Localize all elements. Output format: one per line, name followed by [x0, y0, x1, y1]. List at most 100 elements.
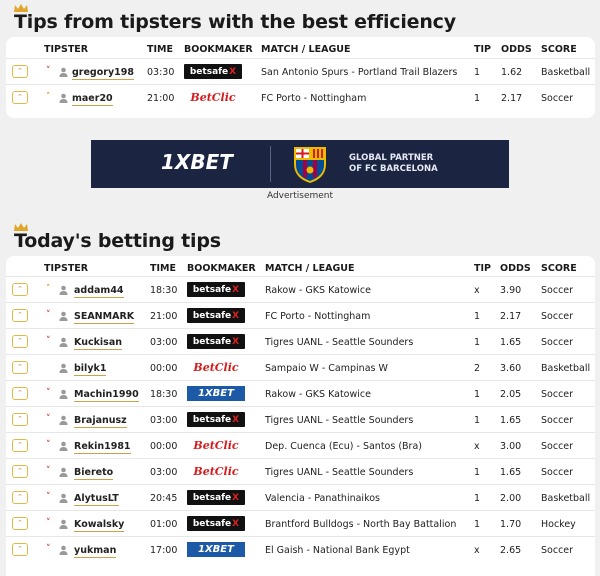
expand-toggle-icon[interactable]: ⌃ [12, 387, 28, 400]
betsafe-logo[interactable]: betsafe X [187, 516, 245, 531]
table-row[interactable]: ⌃ ˄ addam44 18:30 betsafe X Rakow - GKS Katowi… [6, 276, 595, 303]
sport-label: Soccer [541, 545, 574, 556]
tipster-link[interactable]: Brajanusz [74, 415, 127, 428]
betsafe-logo-mark: X [232, 414, 240, 425]
match-link[interactable]: Rakow - GKS Katowice [265, 285, 371, 296]
expand-toggle-icon[interactable]: ⌃ [12, 335, 28, 348]
tip-time: 21:00 [150, 311, 178, 322]
user-icon [59, 467, 68, 477]
table-row[interactable]: ⌃ ˅ Brajanusz 03:00 betsafe X Tigres UANL - Se… [6, 406, 595, 433]
sport-label: Basketball [541, 493, 591, 504]
tipster-link[interactable]: SEANMARK [74, 311, 135, 324]
match-link[interactable]: San Antonio Spurs - Portland Trail Blaze… [261, 67, 457, 78]
tipster-link[interactable]: Kowalsky [74, 519, 125, 532]
expand-toggle-icon[interactable]: ⌃ [12, 361, 28, 374]
match-link[interactable]: Valencia - Panathinaikos [265, 493, 380, 504]
expand-toggle-icon[interactable]: ⌃ [12, 309, 28, 322]
tipster-link[interactable]: yukman [74, 545, 117, 558]
betsafe-logo[interactable]: betsafe X [187, 490, 245, 505]
tip-value: 1 [474, 311, 481, 322]
table-row[interactable]: ⌃ ˅ yukman 17:00 1XBET El Gaish - National Ba… [6, 536, 595, 563]
barcelona-crest-icon [294, 147, 326, 183]
expand-toggle-icon[interactable]: ⌃ [12, 543, 28, 556]
user-icon [59, 337, 68, 347]
tip-value: 2 [474, 363, 481, 374]
tip-value: 1 [474, 389, 481, 400]
tipster-link[interactable]: addam44 [74, 285, 124, 298]
table-row[interactable]: ⌃ ˅ Machin1990 18:30 1XBET Rakow - GKS Katowi… [6, 380, 595, 407]
tip-value: 1 [474, 93, 481, 104]
betsafe-logo-text: betsafe [192, 284, 232, 295]
table-row[interactable]: ⌃ ˄ maer20 21:00 BetClic FC Porto - Nottingha… [6, 84, 595, 111]
betsafe-logo[interactable]: betsafe X [184, 64, 242, 79]
betclic-logo[interactable]: BetClic [187, 360, 245, 375]
tip-time: 03:30 [147, 67, 175, 78]
table-row[interactable]: ⌃ ˅ SEANMARK 21:00 betsafe X FC Porto - Nottin… [6, 302, 595, 329]
table-row[interactable]: ⌃ bilyk1 00:00 BetClic Sampaio W - Campinas … [6, 354, 595, 381]
tipster-link[interactable]: Machin1990 [74, 389, 139, 402]
match-link[interactable]: FC Porto - Nottingham [265, 311, 370, 322]
betsafe-logo-text: betsafe [192, 310, 232, 321]
expand-toggle-icon[interactable]: ⌃ [12, 413, 28, 426]
expand-toggle-icon[interactable]: ⌃ [12, 91, 28, 104]
table-row[interactable]: ⌃ ˅ gregory198 03:30 betsafe X San Antonio Spu… [6, 58, 595, 85]
betsafe-logo[interactable]: betsafe X [187, 282, 245, 297]
1xbet-logo[interactable]: 1XBET [187, 542, 245, 557]
tipster-link[interactable]: Rekin1981 [74, 441, 131, 454]
betclic-logo[interactable]: BetClic [187, 438, 245, 453]
betclic-logo[interactable]: BetClic [184, 90, 242, 105]
odds-value: 1.65 [500, 415, 522, 426]
advertisement-banner[interactable]: 1XBET GLOBAL PARTNER OF FC BARCELONA [91, 140, 509, 188]
tipster-link[interactable]: AlytusLT [74, 493, 119, 506]
tip-value: x [474, 285, 480, 296]
user-icon [59, 285, 68, 295]
betsafe-logo[interactable]: betsafe X [187, 308, 245, 323]
tip-value: x [474, 545, 480, 556]
1xbet-logo[interactable]: 1XBET [187, 386, 245, 401]
match-link[interactable]: Tigres UANL - Seattle Sounders [265, 337, 413, 348]
ad-text: GLOBAL PARTNER OF FC BARCELONA [349, 153, 438, 175]
betsafe-logo[interactable]: betsafe X [187, 334, 245, 349]
tipster-link[interactable]: maer20 [72, 93, 113, 106]
table-row[interactable]: ⌃ ˅ Kowalsky 01:00 betsafe X Brantford Bulldog… [6, 510, 595, 537]
match-link[interactable]: Brantford Bulldogs - North Bay Battalion [265, 519, 456, 530]
1xbet-logo-text: 1XBET [198, 388, 234, 399]
tipster-link[interactable]: Kuckisan [74, 337, 122, 350]
expand-toggle-icon[interactable]: ⌃ [12, 491, 28, 504]
match-link[interactable]: Tigres UANL - Seattle Sounders [265, 415, 413, 426]
expand-toggle-icon[interactable]: ⌃ [12, 65, 28, 78]
table-row[interactable]: ⌃ ˅ AlytusLT 20:45 betsafe X Valencia - Panath… [6, 484, 595, 511]
match-link[interactable]: El Gaish - National Bank Egypt [265, 545, 410, 556]
tip-time: 03:00 [150, 415, 178, 426]
betclic-logo[interactable]: BetClic [187, 464, 245, 479]
match-link[interactable]: Sampaio W - Campinas W [265, 363, 388, 374]
ad-caption: Advertisement [266, 191, 334, 201]
expand-toggle-icon[interactable]: ⌃ [12, 439, 28, 452]
today-tips-title: Today's betting tips [14, 230, 221, 252]
betsafe-logo-text: betsafe [192, 414, 232, 425]
expand-toggle-icon[interactable]: ⌃ [12, 465, 28, 478]
match-link[interactable]: Dep. Cuenca (Ecu) - Santos (Bra) [265, 441, 422, 452]
expand-toggle-icon[interactable]: ⌃ [12, 283, 28, 296]
tipster-link[interactable]: gregory198 [72, 67, 134, 80]
table-row[interactable]: ⌃ ˅ Kuckisan 03:00 betsafe X Tigres UANL - Sea… [6, 328, 595, 355]
tip-value: 1 [474, 67, 481, 78]
sport-label: Basketball [541, 363, 591, 374]
tipster-link[interactable]: bilyk1 [74, 363, 107, 376]
odds-value: 3.60 [500, 363, 522, 374]
betsafe-logo[interactable]: betsafe X [187, 412, 245, 427]
betclic-logo-text: BetClic [193, 439, 239, 452]
match-link[interactable]: Rakow - GKS Katowice [265, 389, 371, 400]
user-icon [59, 311, 68, 321]
tip-time: 00:00 [150, 441, 178, 452]
match-link[interactable]: FC Porto - Nottingham [261, 93, 366, 104]
table-row[interactable]: ⌃ ˅ Rekin1981 00:00 BetClic Dep. Cuenca (Ecu)… [6, 432, 595, 459]
header-score: SCORE [541, 263, 577, 274]
match-link[interactable]: Tigres UANL - Seattle Sounders [265, 467, 413, 478]
ad-line-1: GLOBAL PARTNER [349, 153, 434, 163]
expand-toggle-icon[interactable]: ⌃ [12, 517, 28, 530]
betclic-logo-text: BetClic [190, 91, 236, 104]
user-icon [59, 441, 68, 451]
tipster-link[interactable]: Biereto [74, 467, 114, 480]
table-row[interactable]: ⌃ ˅ Biereto 03:00 BetClic Tigres UANL - Seatt… [6, 458, 595, 485]
